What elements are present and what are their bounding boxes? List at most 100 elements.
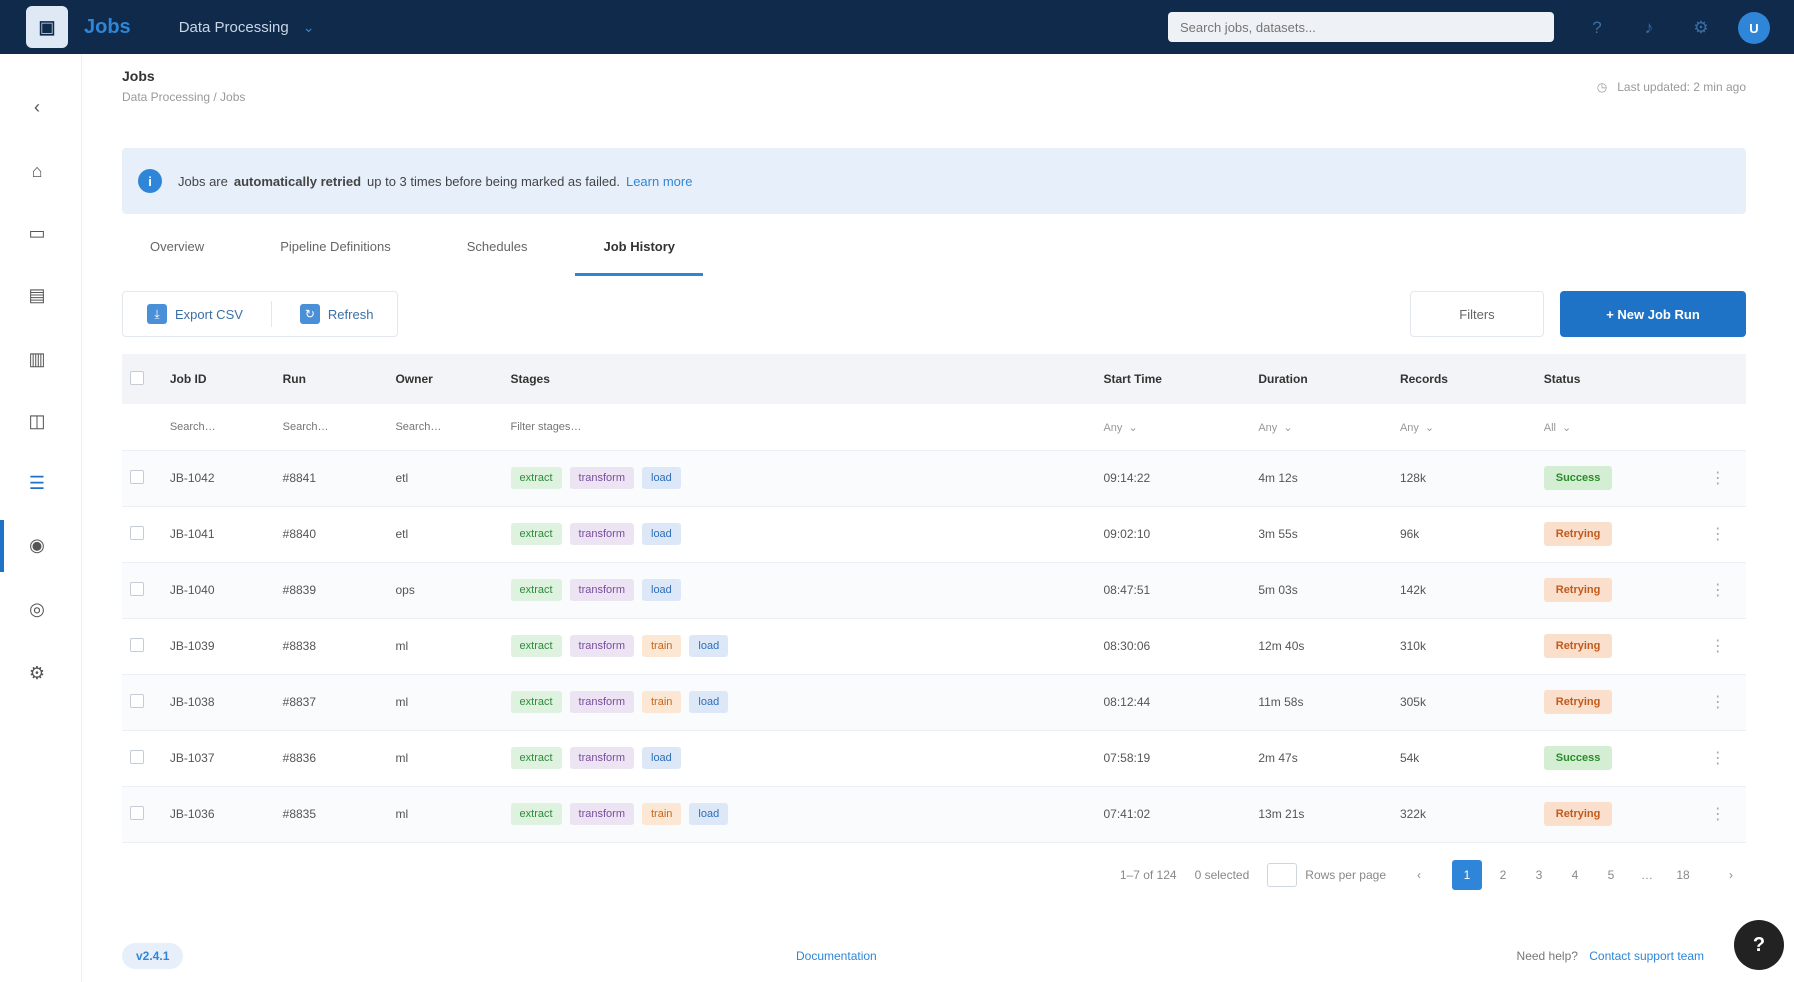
toolbar-divider	[270, 301, 272, 327]
table-row[interactable]: JB-1041 #8840 etl extract transform load 09:02…	[122, 506, 1746, 563]
records-filter-select[interactable]: Any ⌄	[1400, 421, 1434, 435]
user-avatar[interactable]: U	[1738, 12, 1770, 44]
tab-job-history[interactable]: Job History	[575, 226, 703, 276]
start-filter-value: Any	[1103, 421, 1123, 434]
chart-icon[interactable]: ▥	[22, 344, 52, 374]
job-id-cell[interactable]: JB-1036	[161, 786, 275, 843]
job-id-cell[interactable]: JB-1042	[161, 450, 275, 507]
app-logo[interactable]: ▣	[26, 6, 68, 48]
tab-overview[interactable]: Overview	[122, 226, 232, 276]
column-header: Run	[274, 354, 388, 404]
toolbar-right: Filters + New Job Run	[1410, 291, 1746, 337]
model-icon[interactable]: ◉	[22, 530, 52, 560]
table-row[interactable]: JB-1042 #8841 etl extract transform load 09:14…	[122, 450, 1746, 507]
home-icon[interactable]: ⌂	[22, 156, 52, 186]
page-number-button[interactable]: 1	[1452, 860, 1482, 890]
select-all-header[interactable]	[122, 354, 162, 404]
page-size-select[interactable]	[1267, 863, 1298, 887]
page-number-button[interactable]: 5	[1596, 860, 1626, 890]
stages-filter-input[interactable]	[510, 413, 1031, 440]
duration-filter-select[interactable]: Any ⌄	[1258, 421, 1293, 435]
database-icon[interactable]: ▤	[22, 280, 52, 310]
records-cell: 310k	[1391, 618, 1536, 675]
cube-icon[interactable]: ◫	[22, 406, 52, 436]
documentation-link[interactable]: Documentation	[796, 949, 877, 963]
settings-icon[interactable]: ⚙	[22, 658, 52, 688]
row-select-cell	[122, 786, 162, 843]
sidebar: ‹ ⌂ ▭ ▤ ▥ ◫ ☰ ◉ ◎ ⚙	[0, 54, 82, 982]
users-icon[interactable]: ◎	[22, 594, 52, 624]
table-row[interactable]: JB-1037 #8836 ml extract transform load 07:58:…	[122, 730, 1746, 787]
new-job-run-button[interactable]: + New Job Run	[1560, 291, 1746, 337]
job-id-cell[interactable]: JB-1037	[161, 730, 275, 787]
banner-learn-more-link[interactable]: Learn more	[626, 174, 692, 189]
row-checkbox[interactable]	[130, 581, 144, 596]
job-id-filter-input[interactable]	[169, 413, 256, 440]
row-checkbox[interactable]	[130, 749, 144, 764]
refresh-button[interactable]: ↻ Refresh	[290, 304, 384, 324]
more-options-icon[interactable]: ⋮	[1710, 582, 1726, 599]
table-row[interactable]: JB-1036 #8835 ml extract transform train load 0…	[122, 786, 1746, 843]
version-badge[interactable]: v2.4.1	[122, 943, 184, 969]
chevron-down-icon: ⌄	[1283, 422, 1293, 434]
tab-pipeline-definitions[interactable]: Pipeline Definitions	[252, 226, 419, 276]
owner-filter-input[interactable]	[395, 413, 482, 440]
tab-schedules[interactable]: Schedules	[439, 226, 556, 276]
footer-help: Need help? Contact support team	[1517, 949, 1704, 963]
select-all-checkbox[interactable]	[130, 370, 144, 385]
global-search-input[interactable]	[1168, 12, 1554, 42]
more-options-icon[interactable]: ⋮	[1710, 526, 1726, 543]
more-options-icon[interactable]: ⋮	[1710, 694, 1726, 711]
project-selector[interactable]: Data Processing	[179, 19, 289, 36]
settings-icon[interactable]: ⚙	[1686, 13, 1716, 43]
contact-support-link[interactable]: Contact support team	[1589, 949, 1704, 963]
stage-tag: transform	[569, 635, 634, 657]
run-filter-input[interactable]	[282, 413, 369, 440]
brand-name[interactable]: Jobs	[84, 16, 131, 39]
status-filter-select[interactable]: All ⌄	[1544, 421, 1571, 435]
more-options-icon[interactable]: ⋮	[1710, 806, 1726, 823]
table-row[interactable]: JB-1039 #8838 ml extract transform train load 0…	[122, 618, 1746, 675]
stage-tag: train	[642, 691, 682, 713]
pagination-range: 1–7 of 124	[1119, 868, 1177, 882]
more-options-icon[interactable]: ⋮	[1710, 638, 1726, 655]
row-checkbox[interactable]	[130, 469, 144, 484]
refresh-label: Refresh	[327, 306, 374, 322]
job-id-cell[interactable]: JB-1040	[161, 562, 275, 619]
row-checkbox[interactable]	[130, 805, 144, 820]
page-number-button[interactable]: …	[1632, 860, 1662, 890]
next-page-button[interactable]: ›	[1716, 860, 1746, 890]
more-options-icon[interactable]: ⋮	[1710, 750, 1726, 767]
page-number-button[interactable]: 4	[1560, 860, 1590, 890]
owner-cell: etl	[387, 506, 503, 563]
row-checkbox[interactable]	[130, 525, 144, 540]
chevron-down-icon[interactable]: ⌄	[303, 19, 315, 36]
stages-cell: extract transform train load	[502, 786, 1096, 843]
page-meta: ◷ Last updated: 2 min ago	[1597, 80, 1746, 94]
row-checkbox[interactable]	[130, 637, 144, 652]
table-row[interactable]: JB-1038 #8837 ml extract transform train load 0…	[122, 674, 1746, 731]
page-number-button[interactable]: 3	[1524, 860, 1554, 890]
row-menu-cell: ⋮	[1701, 506, 1746, 563]
table-row[interactable]: JB-1040 #8839 ops extract transform load 08:47…	[122, 562, 1746, 619]
job-id-cell[interactable]: JB-1039	[161, 618, 275, 675]
more-options-icon[interactable]: ⋮	[1710, 470, 1726, 487]
job-id-cell[interactable]: JB-1038	[161, 674, 275, 731]
export-csv-button[interactable]: ⤓ Export CSV	[137, 304, 253, 324]
collapse-icon[interactable]: ‹	[22, 92, 52, 122]
row-checkbox[interactable]	[130, 693, 144, 708]
job-id-cell[interactable]: JB-1041	[161, 506, 275, 563]
start-filter-select[interactable]: Any ⌄	[1103, 421, 1137, 435]
info-icon: i	[138, 169, 162, 193]
help-icon[interactable]: ?	[1582, 13, 1612, 43]
page-number-button[interactable]: 18	[1668, 860, 1698, 890]
folder-icon[interactable]: ▭	[22, 218, 52, 248]
page-number-button[interactable]: 2	[1488, 860, 1518, 890]
jobs-icon[interactable]: ☰	[22, 468, 52, 498]
records-cell: 54k	[1391, 730, 1536, 787]
page-size-control[interactable]: Rows per page	[1267, 863, 1386, 887]
prev-page-button[interactable]: ‹	[1404, 860, 1434, 890]
bell-icon[interactable]: ♪	[1634, 13, 1664, 43]
help-chat-button[interactable]: ?	[1734, 920, 1784, 970]
filters-button[interactable]: Filters	[1410, 291, 1544, 337]
